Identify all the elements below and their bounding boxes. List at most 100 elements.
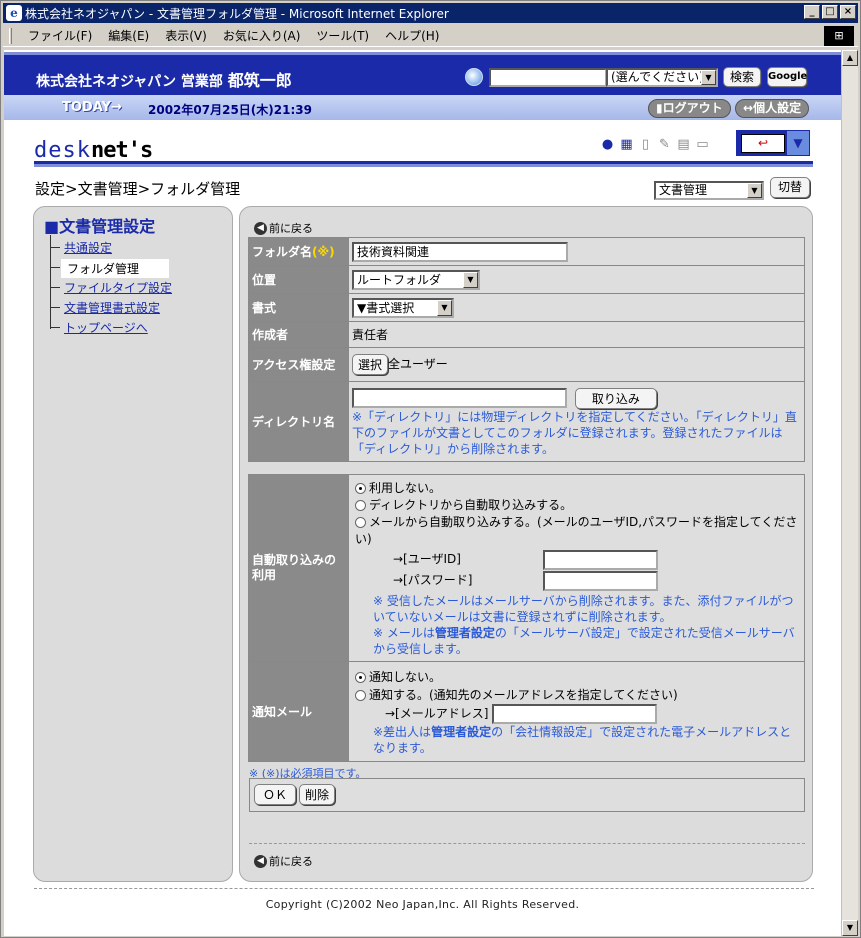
ok-button[interactable]: ＯＫ	[254, 784, 297, 805]
menu-edit[interactable]: 編集(E)	[100, 27, 157, 44]
position-label: 位置	[248, 265, 349, 294]
position-select[interactable]: ルートフォルダ ▼	[352, 269, 480, 290]
delete-button[interactable]: 削除	[299, 784, 336, 805]
sidebar-item-folder[interactable]: フォルダ管理	[61, 259, 170, 278]
current-datetime: 2002年07月25日(木)21:39	[148, 103, 312, 117]
org-chart-icon[interactable]: ▦	[619, 137, 634, 152]
grid-icon[interactable]: ▤	[676, 137, 691, 152]
access-select-button[interactable]: 選択	[352, 354, 389, 375]
radio-unselected[interactable]	[355, 516, 366, 528]
menu-favorites[interactable]: お気に入り(A)	[215, 27, 309, 44]
arrow-right-icon: →	[110, 100, 122, 115]
back-icon: ◀	[254, 854, 267, 868]
today-text: TODAY	[62, 100, 111, 115]
access-label: アクセス権設定	[248, 347, 349, 382]
tree-tick	[50, 247, 60, 248]
user-id-input[interactable]	[543, 549, 658, 570]
page-viewport: 株式会社ネオジャパン 営業部 都筑一郎 (選んでください) ▼ 検索 Googl…	[4, 50, 841, 936]
action-bar: ＯＫ 削除	[249, 778, 805, 812]
format-select[interactable]: ▼書式選択 ▼	[352, 297, 454, 318]
search-input[interactable]	[489, 68, 607, 87]
memo-icon[interactable]: ✎	[657, 137, 672, 152]
footer-divider	[34, 888, 814, 889]
today-bar: TODAY→ 2002年07月25日(木)21:39 ▮ログアウト ↔個人設定	[4, 95, 841, 121]
notify-opt2-row[interactable]: 通知する。(通知先のメールアドレスを指定してください)	[355, 686, 798, 704]
admin-settings-text: 管理者設定	[431, 724, 492, 739]
browser-window: e 株式会社ネオジャパン - 文書管理フォルダ管理 - Microsoft In…	[0, 0, 861, 938]
triangle-down-icon[interactable]: ▼	[787, 131, 809, 155]
folder-name-label: フォルダ名(※)	[248, 237, 349, 266]
scroll-up-icon[interactable]: ▲	[842, 50, 858, 66]
radio-selected[interactable]	[355, 482, 366, 494]
email-label: →[メールアドレス]	[385, 706, 489, 720]
creator-label: 作成者	[248, 321, 349, 348]
directory-label: ディレクトリ名	[248, 381, 349, 462]
scroll-down-icon[interactable]: ▼	[842, 920, 858, 936]
document-icon[interactable]: ▭	[695, 137, 710, 152]
import-button[interactable]: 取り込み	[574, 387, 657, 409]
creator-value: 責任者	[348, 321, 805, 348]
company-user: 株式会社ネオジャパン 営業部 都筑一郎	[36, 67, 292, 91]
email-input[interactable]	[492, 703, 658, 724]
vertical-scrollbar[interactable]: ▲ ▼	[841, 50, 858, 936]
swap-icon: ↔	[743, 101, 754, 115]
logout-icon: ▮	[656, 101, 663, 115]
format-select-value: ▼書式選択	[357, 300, 415, 315]
notify-opt1-label: 通知しない。	[369, 669, 442, 684]
back-label: 前に戻る	[269, 222, 313, 235]
back-link-top[interactable]: ◀ 前に戻る	[254, 220, 313, 236]
maximize-button[interactable]: □	[822, 5, 838, 19]
switch-button[interactable]: 切替	[770, 177, 810, 198]
user-name: 都筑一郎	[227, 71, 292, 90]
menu-file[interactable]: ファイル(F)	[20, 27, 100, 44]
close-button[interactable]: ×	[840, 5, 856, 19]
search-scope-value: (選んでください)	[611, 70, 704, 84]
sidebar-item-toppage[interactable]: トップページへ	[64, 319, 148, 336]
menu-view[interactable]: 表示(V)	[157, 27, 215, 44]
sidebar-item-filetype[interactable]: ファイルタイプ設定	[64, 279, 172, 296]
folder-name-input[interactable]: 技術資料関連	[352, 241, 568, 262]
minimize-button[interactable]: _	[804, 5, 820, 19]
auto-opt1-row[interactable]: 利用しない。	[355, 480, 798, 497]
auto-opt2-row[interactable]: ディレクトリから自動取り込みする。	[355, 497, 798, 514]
sidebar: ■文書管理設定 共通設定 フォルダ管理 ファイルタイプ設定 文書管理書式設定 ト…	[33, 206, 233, 882]
sidebar-item-common[interactable]: 共通設定	[64, 239, 112, 256]
menu-grip	[9, 27, 12, 44]
auto-opt1-label: 利用しない。	[369, 480, 442, 495]
sidebar-item-format[interactable]: 文書管理書式設定	[64, 299, 160, 316]
notify-opt1-row[interactable]: 通知しない。	[355, 668, 798, 686]
personal-settings-button[interactable]: ↔個人設定	[735, 99, 810, 118]
user-icon[interactable]: ●	[600, 137, 615, 152]
phone-icon[interactable]: ▯	[638, 137, 653, 152]
position-select-value: ルートフォルダ	[357, 272, 442, 287]
password-input[interactable]	[543, 570, 658, 591]
radio-unselected[interactable]	[355, 499, 366, 511]
auto-note-1: ※ 受信したメールはメールサーバから削除されます。また、添付ファイルがついていな…	[373, 593, 794, 624]
search-scope-select[interactable]: (選んでください) ▼	[606, 68, 718, 87]
auto-opt3-row[interactable]: メールから自動取り込みする。(メールのユーザID,パスワードを指定してください)	[355, 514, 798, 548]
chevron-down-icon: ▼	[701, 70, 716, 85]
footer-copyright: Copyright (C)2002 Neo Japan,Inc. All Rig…	[265, 898, 580, 911]
header-bar: 株式会社ネオジャパン 営業部 都筑一郎 (選んでください) ▼ 検索 Googl…	[4, 52, 841, 95]
module-nav-box[interactable]: ↩ ▼	[736, 130, 810, 156]
app-toolbar: ● ▦ ▯ ✎ ▤ ▭	[600, 137, 710, 152]
auto-opt2-label: ディレクトリから自動取り込みする。	[369, 497, 573, 512]
logout-button[interactable]: ▮ログアウト	[648, 99, 731, 118]
radio-selected[interactable]	[355, 671, 366, 683]
desknets-logo: desknet's	[34, 138, 153, 163]
google-button[interactable]: Google	[767, 67, 807, 87]
folder-name-label-text: フォルダ名	[252, 245, 313, 259]
directory-input[interactable]	[352, 388, 567, 408]
search-icon	[465, 68, 483, 86]
menu-tools[interactable]: ツール(T)	[308, 27, 377, 44]
module-select[interactable]: 文書管理 ▼	[654, 181, 764, 200]
directory-note: ※「ディレクトリ」には物理ディレクトリを指定してください。「ディレクトリ」直下の…	[352, 409, 797, 456]
search-button[interactable]: 検索	[723, 67, 761, 87]
radio-unselected[interactable]	[355, 689, 366, 701]
back-link-bottom[interactable]: ◀ 前に戻る	[254, 853, 313, 869]
menu-help[interactable]: ヘルプ(H)	[377, 27, 447, 44]
notify-note-pre: ※差出人は	[373, 724, 432, 739]
logo-heavy: net's	[90, 138, 153, 163]
auto-note-2: ※ メールは管理者設定の「メールサーバ設定」で設定された受信メールサーバから受信…	[373, 625, 798, 657]
auto-import-form: 自動取り込みの利用 利用しない。 ディレクトリから自動取り込みする。 メールから…	[248, 474, 805, 762]
